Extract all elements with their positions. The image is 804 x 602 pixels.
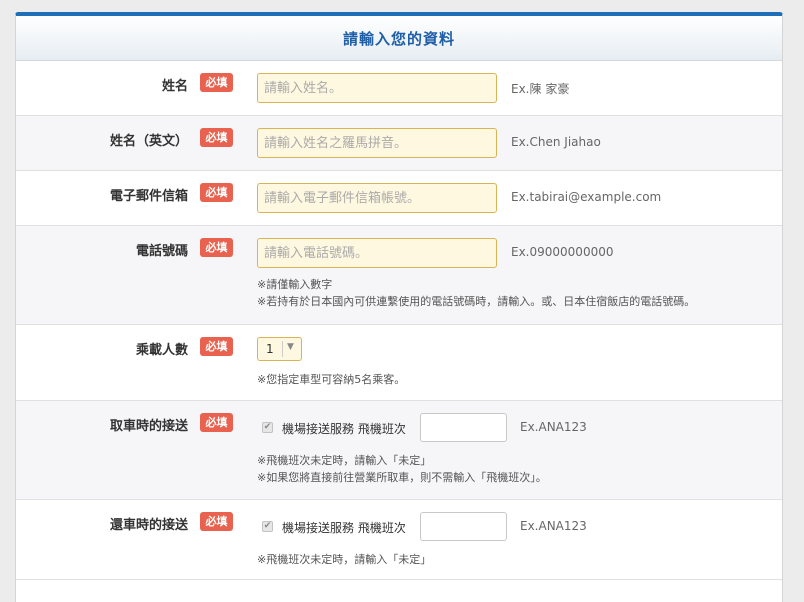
row-name-en: 姓名（英文） 必填 Ex.Chen Jiahao — [16, 116, 782, 171]
phone-note: ※請僅輸入數字 — [257, 278, 333, 291]
pickup-notes: ※飛機班次未定時，請輸入「未定」 ※如果您將直接前往營業所取車，則不需輸入「飛機… — [257, 452, 547, 486]
phone-label: 電話號碼 — [135, 244, 188, 259]
row-name: 姓名 必填 Ex.陳 家豪 — [16, 61, 782, 116]
chevron-down-icon: ▼ — [287, 342, 294, 352]
select-divider — [282, 341, 283, 357]
row-phone: 電話號碼 必填 Ex.09000000000 ※請僅輸入數字 ※若持有於日本國內… — [16, 226, 782, 325]
return-note: ※飛機班次未定時，請輸入「未定」 — [257, 553, 432, 566]
return-airport-checkbox[interactable]: ✔ — [262, 521, 273, 532]
name-en-label: 姓名（英文） — [109, 134, 188, 149]
return-label: 還車時的接送 — [109, 518, 188, 533]
form-title: 請輸入您的資料 — [342, 29, 455, 48]
phone-example: Ex.09000000000 — [511, 245, 614, 259]
required-badge: 必填 — [200, 413, 233, 432]
passengers-label: 乘載人數 — [135, 343, 188, 358]
return-notes: ※飛機班次未定時，請輸入「未定」 — [257, 551, 431, 568]
return-flight-input[interactable] — [420, 512, 507, 541]
passengers-notes: ※您指定車型可容納5名乘客。 — [257, 371, 405, 388]
required-badge: 必填 — [200, 183, 233, 202]
email-input[interactable] — [257, 183, 497, 213]
phone-notes: ※請僅輸入數字 ※若持有於日本國內可供連繫使用的電話號碼時，請輸入。或、日本住宿… — [257, 276, 695, 310]
pickup-airport-checkbox[interactable]: ✔ — [262, 422, 273, 433]
required-badge: 必填 — [200, 337, 233, 356]
required-badge: 必填 — [200, 512, 233, 531]
name-label: 姓名 — [161, 79, 188, 94]
pickup-flight-example: Ex.ANA123 — [520, 420, 587, 434]
name-en-example: Ex.Chen Jiahao — [511, 135, 601, 149]
name-example: Ex.陳 家豪 — [511, 82, 570, 96]
pickup-checkbox-label: 機場接送服務 飛機班次 — [282, 422, 406, 436]
passengers-note: ※您指定車型可容納5名乘客。 — [257, 373, 406, 386]
row-passengers: 乘載人數 必填 1 ▼ ※您指定車型可容納5名乘客。 — [16, 325, 782, 401]
customer-info-form: 請輸入您的資料 姓名 必填 Ex.陳 家豪 姓名（英文） 必填 Ex.Chen … — [15, 12, 783, 602]
row-return: 還車時的接送 必填 ✔ 機場接送服務 飛機班次 Ex.ANA123 ※飛機班次未… — [16, 500, 782, 580]
passengers-selected-value: 1 — [266, 342, 274, 356]
required-badge: 必填 — [200, 238, 233, 257]
pickup-flight-input[interactable] — [420, 413, 507, 442]
email-label: 電子郵件信箱 — [109, 189, 188, 204]
pickup-note: ※飛機班次未定時，請輸入「未定」 — [257, 454, 432, 467]
phone-input[interactable] — [257, 238, 497, 268]
required-badge: 必填 — [200, 73, 233, 92]
name-input[interactable] — [257, 73, 497, 103]
passengers-select[interactable]: 1 ▼ — [257, 337, 302, 361]
pickup-label: 取車時的接送 — [109, 419, 188, 434]
pickup-note: ※如果您將直接前往營業所取車，則不需輸入「飛機班次」。 — [257, 471, 547, 484]
phone-note: ※若持有於日本國內可供連繫使用的電話號碼時，請輸入。或、日本住宿飯店的電話號碼。 — [257, 295, 696, 308]
form-header: 請輸入您的資料 — [16, 16, 782, 61]
row-email: 電子郵件信箱 必填 Ex.tabirai@example.com — [16, 171, 782, 226]
return-checkbox-label: 機場接送服務 飛機班次 — [282, 521, 406, 535]
email-example: Ex.tabirai@example.com — [511, 190, 662, 204]
name-en-input[interactable] — [257, 128, 497, 158]
return-flight-example: Ex.ANA123 — [520, 519, 587, 533]
row-pickup: 取車時的接送 必填 ✔ 機場接送服務 飛機班次 Ex.ANA123 ※飛機班次未… — [16, 401, 782, 500]
required-badge: 必填 — [200, 128, 233, 147]
